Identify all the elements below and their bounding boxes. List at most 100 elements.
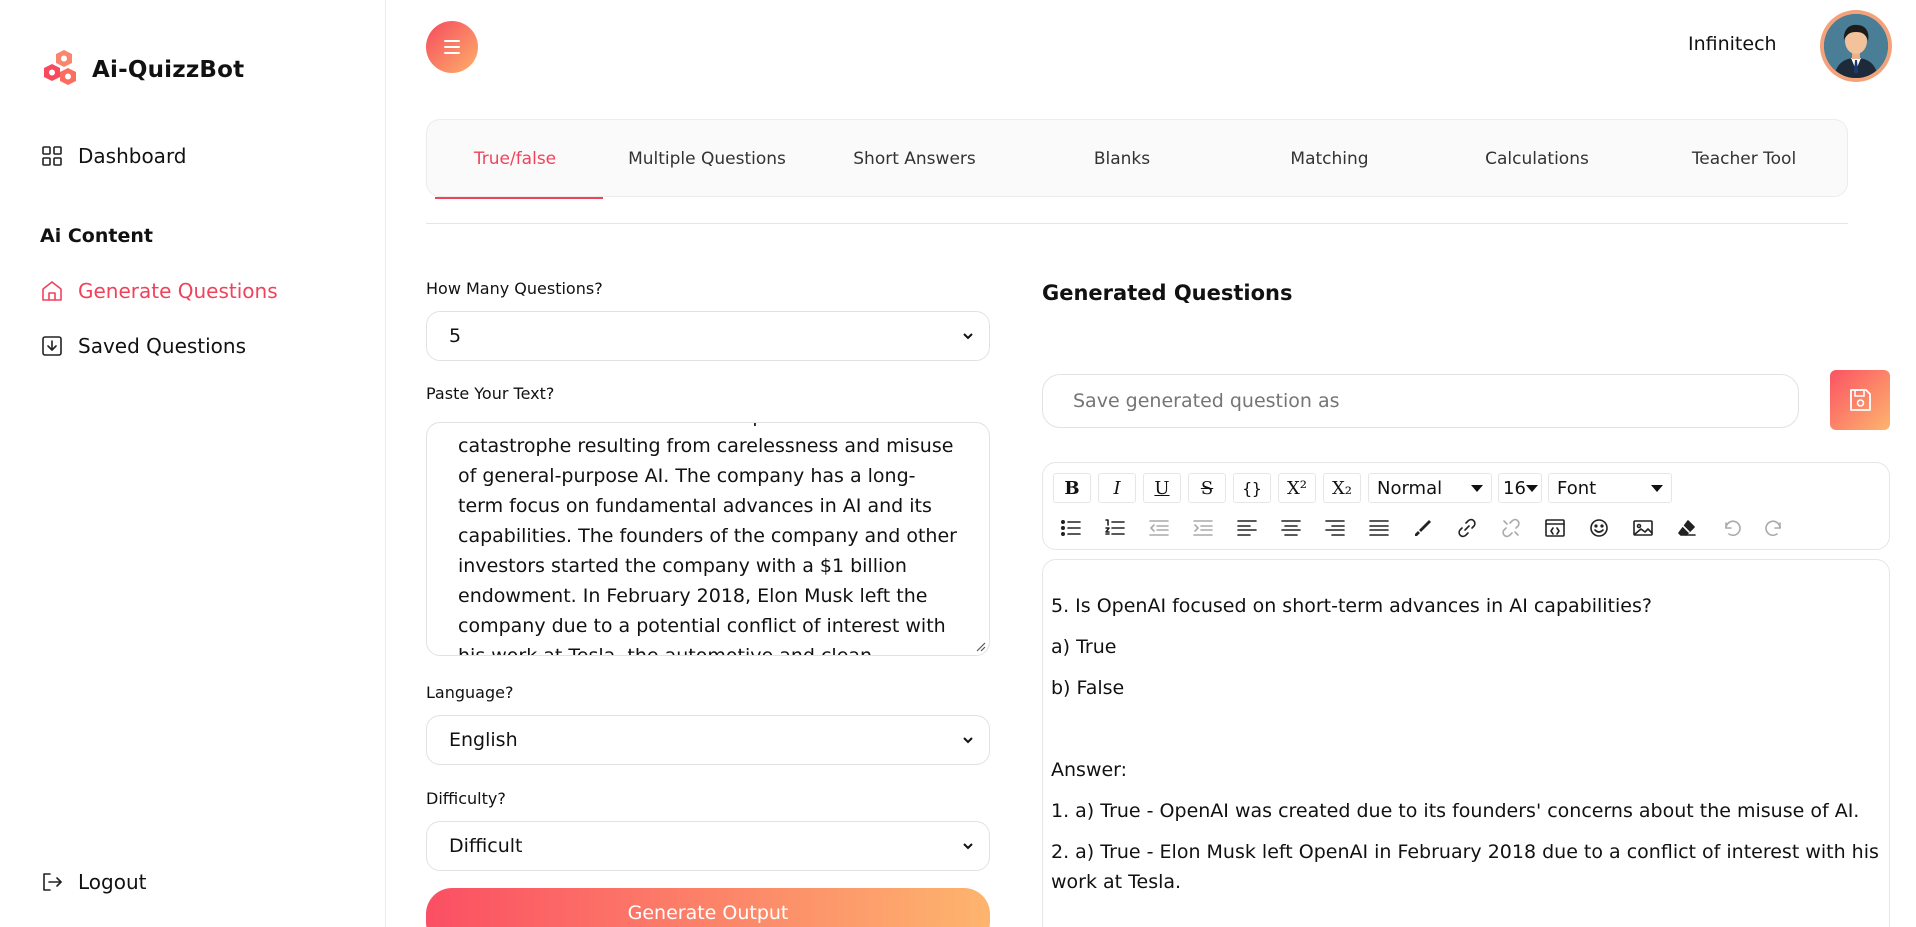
embed-icon (1545, 519, 1565, 537)
sidebar-item-generate-questions[interactable]: Generate Questions (40, 279, 278, 303)
chevron-down-icon (963, 843, 973, 850)
menu-toggle-button[interactable] (426, 21, 478, 73)
editor-line: Answer: (1051, 759, 1128, 781)
indent-button[interactable] (1185, 514, 1221, 542)
font-family-dropdown[interactable]: Font (1548, 473, 1672, 503)
subscript-button[interactable]: X₂ (1323, 473, 1361, 503)
text-line: company due to a potential conflict of i… (458, 615, 946, 637)
sidebar-item-saved-questions[interactable]: Saved Questions (40, 334, 246, 358)
save-icon (1850, 389, 1871, 411)
caret-down-icon (1651, 485, 1663, 492)
bullet-list-icon (1060, 519, 1081, 537)
redo-button[interactable] (1757, 514, 1793, 542)
align-center-button[interactable] (1273, 514, 1309, 542)
download-box-icon (42, 336, 62, 356)
strikethrough-button[interactable]: S (1188, 473, 1226, 503)
difficulty-select[interactable]: Difficult (426, 821, 990, 871)
text-color-button[interactable] (1405, 514, 1441, 542)
save-name-input[interactable] (1042, 374, 1799, 428)
font-size-dropdown[interactable]: 16 (1498, 473, 1542, 503)
select-value: 5 (449, 325, 462, 347)
italic-button[interactable]: I (1098, 473, 1136, 503)
outdent-button[interactable] (1141, 514, 1177, 542)
text-line: endowment. In February 2018, Elon Musk l… (458, 585, 928, 607)
sidebar-item-dashboard[interactable]: Dashboard (40, 144, 187, 168)
clear-format-button[interactable] (1669, 514, 1705, 542)
caret-down-icon (1526, 485, 1538, 492)
text-line: of general-purpose AI. The company has a… (458, 465, 916, 487)
text-line: catastrophe resulting from carelessness … (458, 435, 954, 457)
numbered-list-button[interactable] (1097, 514, 1133, 542)
tab-true-false[interactable]: True/false (427, 120, 603, 199)
editor-line: 2. a) True - Elon Musk left OpenAI in Fe… (1051, 841, 1879, 863)
link-icon (1458, 518, 1476, 538)
dropdown-value: Font (1557, 477, 1597, 499)
sidebar-section-title: Ai Content (40, 225, 153, 247)
emoji-button[interactable] (1581, 514, 1617, 542)
app-root: Ai-QuizzBot Dashboard Ai Content Generat… (0, 0, 1916, 927)
unlink-icon (1502, 518, 1520, 538)
undo-button[interactable] (1713, 514, 1749, 542)
text-line: capabilities. The founders of the compan… (458, 525, 957, 547)
person-icon (1824, 14, 1888, 78)
language-label: Language? (426, 683, 514, 702)
sidebar-item-label: Saved Questions (78, 334, 247, 358)
sidebar-item-label: Generate Questions (78, 279, 278, 303)
paste-text-area[interactable]: existential concerns about the potential… (426, 422, 990, 656)
superscript-button[interactable]: X² (1278, 473, 1316, 503)
generated-questions-editor[interactable]: 5. Is OpenAI focused on short-term advan… (1042, 559, 1890, 927)
numbered-list-icon (1105, 519, 1125, 535)
generate-output-button[interactable]: Generate Output (426, 888, 990, 927)
chevron-down-icon (963, 333, 973, 340)
tab-short-answers[interactable]: Short Answers (811, 120, 1018, 198)
unlink-button[interactable] (1493, 514, 1529, 542)
code-button[interactable]: {} (1233, 473, 1271, 503)
paragraph-style-dropdown[interactable]: Normal (1368, 473, 1492, 503)
embed-code-button[interactable] (1537, 514, 1573, 542)
tab-calculations[interactable]: Calculations (1433, 120, 1641, 198)
grid-icon (42, 146, 62, 166)
logout-icon (43, 873, 62, 891)
select-value: Difficult (449, 835, 523, 857)
sidebar: Ai-QuizzBot Dashboard Ai Content Generat… (0, 0, 386, 927)
dropdown-value: Normal (1377, 477, 1443, 499)
bullet-list-button[interactable] (1053, 514, 1089, 542)
sidebar-item-label: Logout (78, 870, 147, 894)
align-left-button[interactable] (1229, 514, 1265, 542)
tab-blanks[interactable]: Blanks (1018, 120, 1226, 198)
user-name: Infinitech (1688, 33, 1777, 55)
brand-name: Ai-QuizzBot (92, 57, 245, 83)
sidebar-item-label: Dashboard (78, 144, 187, 168)
bold-button[interactable]: B (1053, 473, 1091, 503)
sidebar-item-logout[interactable]: Logout (40, 870, 146, 894)
resize-grip-icon[interactable] (974, 640, 986, 652)
tab-multiple-questions[interactable]: Multiple Questions (603, 120, 811, 198)
avatar-image (1824, 14, 1888, 78)
redo-icon (1765, 520, 1781, 537)
align-center-icon (1281, 520, 1301, 536)
editor-line: b) False (1051, 677, 1125, 699)
editor-line: 5. Is OpenAI focused on short-term advan… (1051, 595, 1652, 617)
question-count-select[interactable]: 5 (426, 311, 990, 361)
brand-logo-icon (44, 50, 76, 85)
text-line: his work at Tesla, the automotive and cl… (458, 645, 873, 656)
paste-text-label: Paste Your Text? (426, 384, 555, 403)
tab-teacher-tool[interactable]: Teacher Tool (1641, 120, 1847, 198)
align-justify-button[interactable] (1361, 514, 1397, 542)
tab-matching[interactable]: Matching (1226, 120, 1433, 198)
language-select[interactable]: English (426, 715, 990, 765)
image-button[interactable] (1625, 514, 1661, 542)
link-button[interactable] (1449, 514, 1485, 542)
text-line: existential concerns about the potential… (458, 423, 968, 431)
generated-questions-title: Generated Questions (1042, 281, 1293, 305)
select-value: English (449, 729, 518, 751)
avatar[interactable] (1820, 10, 1892, 82)
align-justify-icon (1369, 520, 1389, 536)
brush-icon (1415, 520, 1431, 536)
chevron-down-icon (963, 737, 973, 744)
brand[interactable]: Ai-QuizzBot (40, 48, 244, 92)
eraser-icon (1678, 520, 1696, 536)
underline-button[interactable]: U (1143, 473, 1181, 503)
align-right-button[interactable] (1317, 514, 1353, 542)
save-button[interactable] (1830, 370, 1890, 430)
